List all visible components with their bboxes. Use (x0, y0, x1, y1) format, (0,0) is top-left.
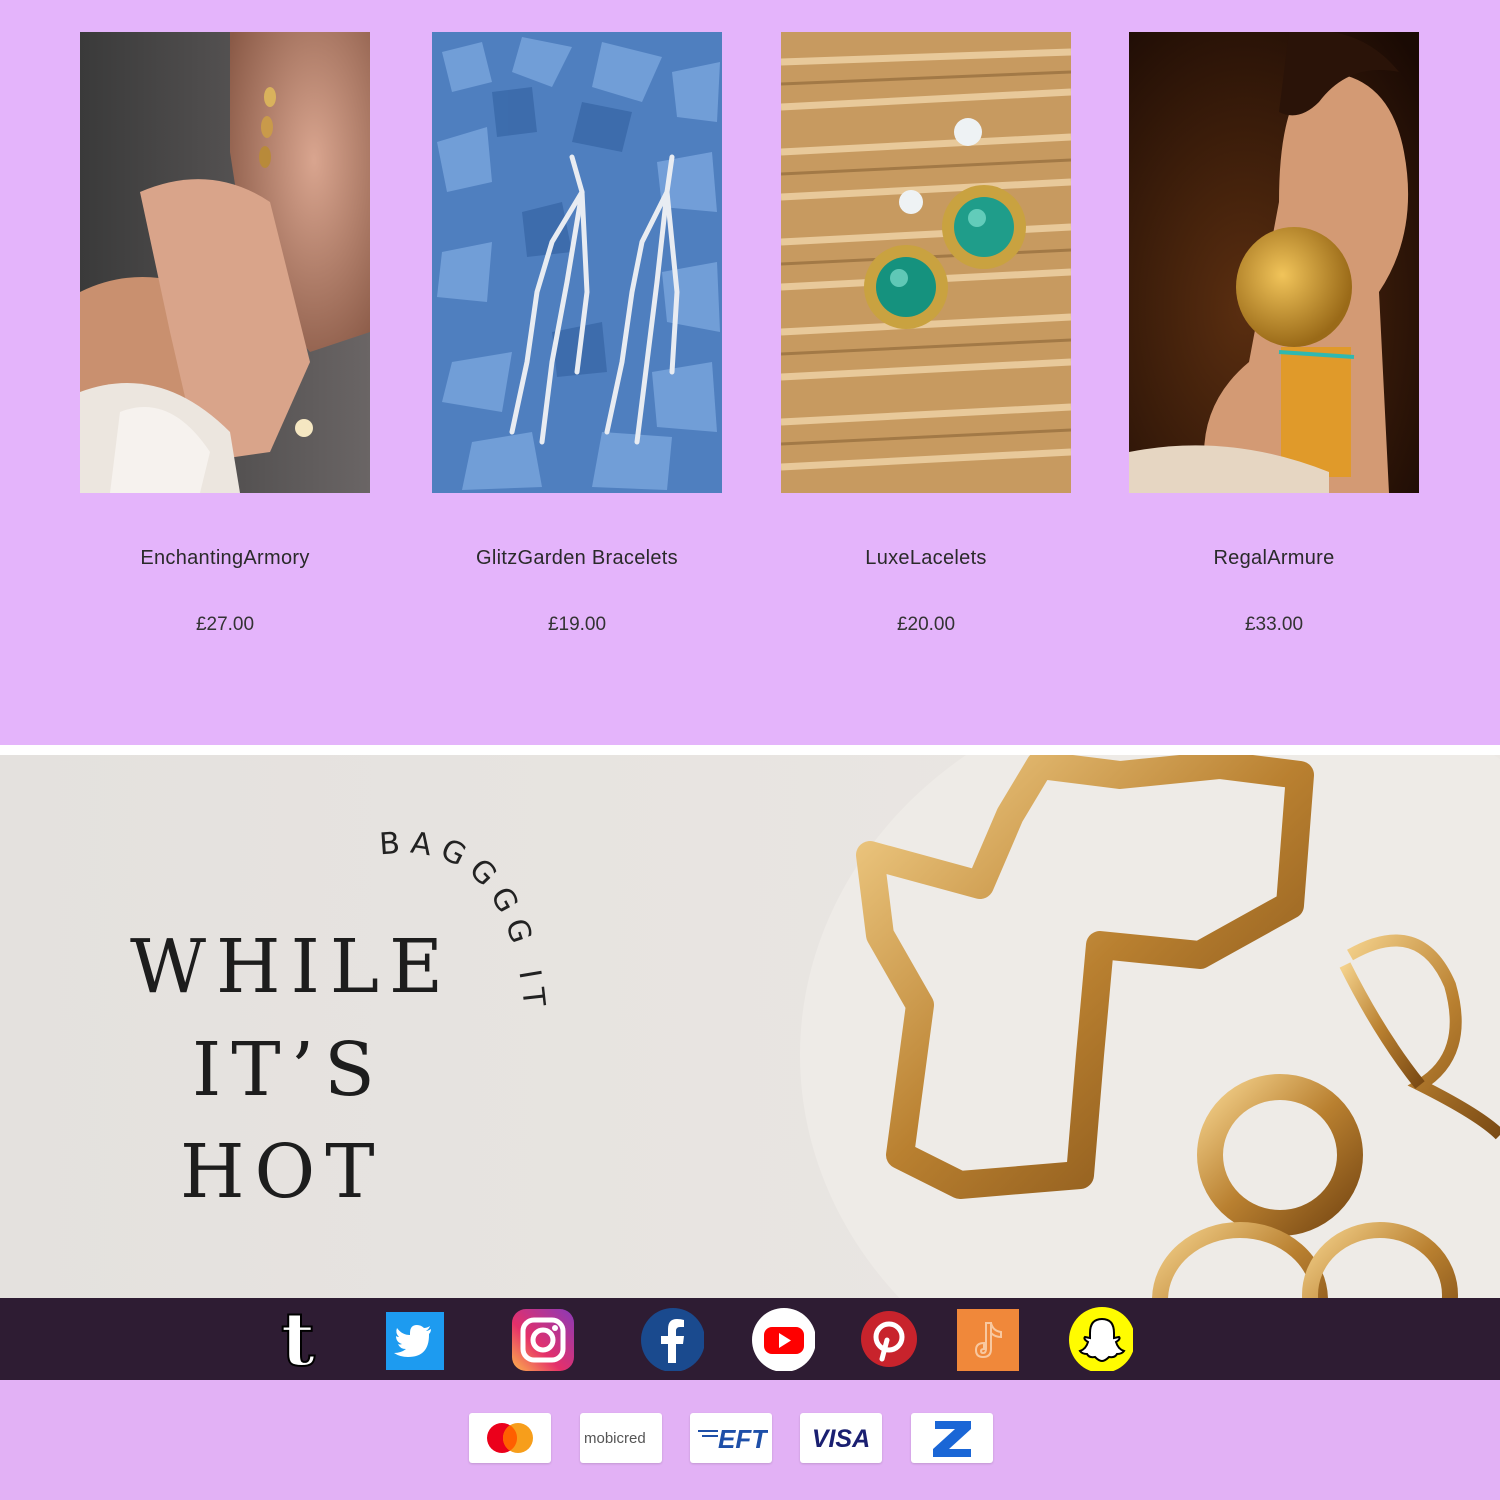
zapper-logo (911, 1413, 993, 1463)
product-card[interactable]: RegalArmure £33.00 (1129, 32, 1419, 635)
mobicred-logo: mobicred (580, 1413, 662, 1463)
product-image[interactable] (432, 32, 722, 493)
product-card[interactable]: LuxeLacelets £20.00 (781, 32, 1071, 635)
instagram-icon[interactable] (510, 1307, 574, 1371)
product-card[interactable]: EnchantingArmory £27.00 (80, 32, 370, 635)
youtube-icon[interactable] (751, 1307, 815, 1371)
mobicred-text: mobicred (584, 1430, 646, 1447)
banner-headline-line-3: HOT (180, 1129, 385, 1215)
mastercard-logo (469, 1413, 551, 1463)
product-name[interactable]: EnchantingArmory (20, 547, 430, 570)
section-divider (0, 745, 1500, 755)
promo-banner[interactable]: WHILE IT’S HOT BAGGGG IT (0, 755, 1500, 1298)
svg-text:BAGGGG IT: BAGGGG IT (378, 825, 552, 1015)
product-name[interactable]: RegalArmure (1069, 547, 1479, 570)
curved-text-path: BAGGGG IT (378, 825, 543, 1015)
eft-text: EFT (718, 1424, 768, 1454)
product-image[interactable] (781, 32, 1071, 493)
product-price: £27.00 (195, 614, 255, 635)
product-image[interactable] (80, 32, 370, 493)
banner-headline-line-2: IT’S (192, 1027, 385, 1113)
payment-methods: mobicred EFT VISA (0, 1380, 1500, 1500)
eft-logo: EFT (690, 1413, 772, 1463)
pinterest-icon[interactable] (857, 1307, 921, 1371)
tiktok-icon[interactable] (955, 1307, 1019, 1371)
svg-text:t: t (281, 1307, 315, 1371)
product-card[interactable]: GlitzGarden Bracelets £19.00 (432, 32, 722, 635)
social-links-bar: t (0, 1298, 1500, 1380)
tumblr-icon[interactable]: t (266, 1307, 330, 1371)
banner-curved-text: BAGGGG IT (378, 825, 552, 1015)
product-image[interactable] (1129, 32, 1419, 493)
visa-text: VISA (812, 1425, 870, 1453)
snapchat-icon[interactable] (1069, 1307, 1133, 1371)
facebook-icon[interactable] (640, 1307, 704, 1371)
twitter-icon[interactable] (383, 1307, 447, 1371)
visa-logo: VISA (800, 1413, 882, 1463)
product-price: £33.00 (1244, 614, 1304, 635)
product-grid: EnchantingArmory £27.00 GlitzGarden Brac… (0, 0, 1500, 745)
